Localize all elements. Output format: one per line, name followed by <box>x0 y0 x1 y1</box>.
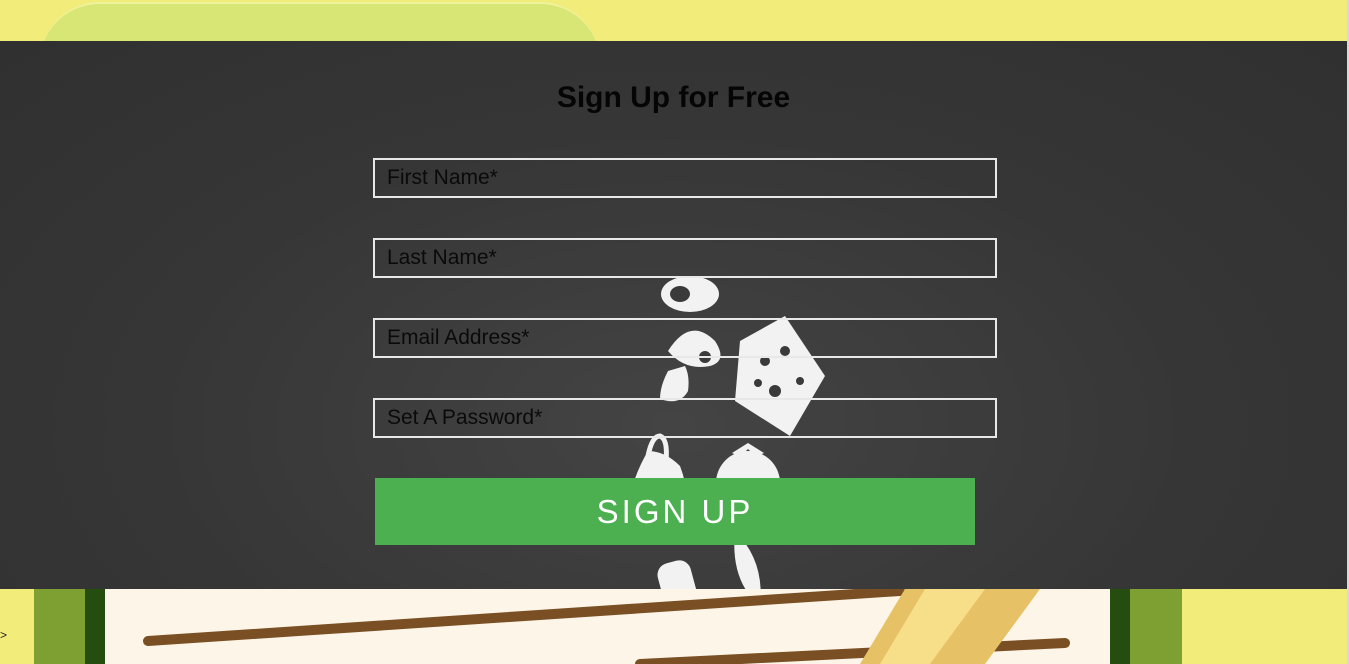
edge-glyph: > <box>0 628 8 642</box>
clipboard-illustration <box>34 589 1182 664</box>
signup-panel: Sign Up for Free SIGN UP <box>0 41 1347 589</box>
last-name-input[interactable] <box>373 238 997 278</box>
sign-up-button[interactable]: SIGN UP <box>375 478 975 545</box>
first-name-input[interactable] <box>373 158 997 198</box>
email-input[interactable] <box>373 318 997 358</box>
bottom-decorative-strip <box>0 589 1349 664</box>
top-decorative-shape <box>40 2 600 41</box>
sausage-icon <box>657 560 701 589</box>
top-decorative-strip <box>0 0 1349 41</box>
form-title: Sign Up for Free <box>556 81 791 114</box>
password-input[interactable] <box>373 398 997 438</box>
page: Sign Up for Free SIGN UP > <box>0 0 1349 664</box>
